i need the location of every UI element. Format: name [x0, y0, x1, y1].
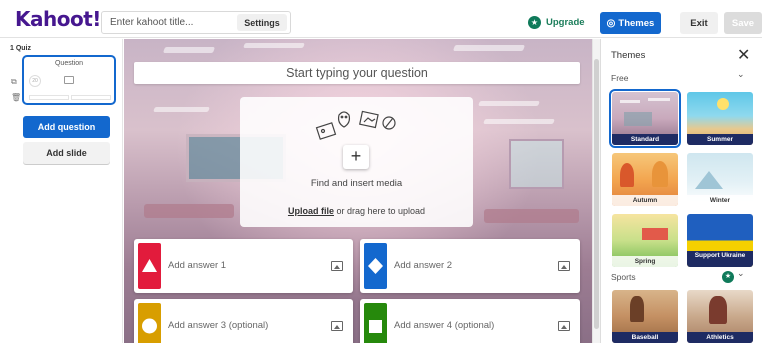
- top-bar: Kahoot! Settings ★ Upgrade ◎ Themes Exit…: [0, 0, 762, 38]
- insert-media-button[interactable]: +: [343, 145, 369, 169]
- settings-button[interactable]: Settings: [237, 14, 287, 31]
- background-desk: [144, 204, 234, 218]
- slide-number-label: 1 Quiz: [10, 45, 32, 52]
- background-decoration: [483, 119, 555, 124]
- question-input[interactable]: Start typing your question: [134, 62, 580, 84]
- canvas-scrollbar[interactable]: [592, 39, 600, 343]
- thumb-decoration: [695, 171, 723, 189]
- duplicate-icon[interactable]: ⧉: [11, 77, 17, 87]
- theme-label: Summer: [687, 134, 753, 145]
- background-decoration: [243, 43, 305, 48]
- upgrade-label: Upgrade: [546, 16, 585, 28]
- add-question-button[interactable]: Add question: [23, 116, 110, 138]
- answer-4-color: [364, 303, 387, 343]
- answer-1-input[interactable]: Add answer 1: [168, 239, 226, 293]
- free-section-label: Free: [611, 73, 629, 83]
- close-icon[interactable]: ✕: [737, 45, 750, 64]
- trash-icon[interactable]: 🗑: [11, 93, 21, 102]
- answer-2-color: [364, 243, 387, 289]
- slide-sidebar: 1 Quiz ⧉ 🗑 Question 20 Add question Add …: [0, 39, 123, 343]
- exit-button[interactable]: Exit: [680, 12, 718, 34]
- upload-file-link[interactable]: Upload file: [288, 206, 334, 216]
- answer-3-input[interactable]: Add answer 3 (optional): [168, 299, 268, 343]
- theme-label: Athletics: [687, 332, 753, 343]
- square-icon: [369, 320, 382, 333]
- slide-thumbnail[interactable]: Question 20: [22, 55, 116, 105]
- palette-icon: ◎: [606, 17, 616, 29]
- answer-2-input[interactable]: Add answer 2: [394, 239, 452, 293]
- thumb-decoration: [642, 228, 668, 240]
- media-icons-illustration: [315, 110, 396, 140]
- theme-label: Standard: [612, 134, 678, 145]
- title-field: Settings: [101, 11, 291, 34]
- answer-3[interactable]: Add answer 3 (optional): [134, 299, 353, 343]
- theme-label: Spring: [612, 256, 678, 267]
- upload-text: Upload file or drag here to upload: [240, 206, 473, 216]
- background-window: [509, 139, 564, 189]
- theme-baseball[interactable]: Baseball: [612, 290, 678, 343]
- star-icon: ★: [722, 271, 734, 283]
- save-button[interactable]: Save: [724, 12, 762, 34]
- themes-panel-title: Themes: [611, 50, 646, 61]
- thumb-decoration: [652, 161, 668, 187]
- thumb-question-label: Question: [54, 60, 84, 67]
- background-decoration: [452, 45, 526, 51]
- themes-button-label: Themes: [618, 17, 655, 29]
- thumb-decoration: [648, 98, 670, 101]
- thumb-decoration: [620, 100, 640, 103]
- theme-label: Winter: [687, 195, 753, 206]
- answer-4[interactable]: Add answer 4 (optional): [360, 299, 580, 343]
- scrollbar-thumb[interactable]: [594, 59, 599, 329]
- image-icon[interactable]: [558, 321, 570, 331]
- thumb-decoration: [620, 163, 634, 187]
- theme-athletics[interactable]: Athletics: [687, 290, 753, 343]
- background-decoration: [162, 47, 216, 53]
- find-media-label: Find and insert media: [310, 178, 403, 189]
- diamond-icon: [368, 258, 383, 274]
- theme-winter[interactable]: Winter: [687, 153, 753, 206]
- triangle-icon: [142, 259, 157, 272]
- circle-icon: [142, 318, 157, 334]
- answer-3-color: [138, 303, 161, 343]
- thumb-decoration: [630, 296, 644, 322]
- sports-section-label: Sports: [611, 272, 636, 282]
- theme-label: Baseball: [612, 332, 678, 343]
- chevron-down-icon[interactable]: ⌄: [737, 269, 745, 279]
- theme-summer[interactable]: Summer: [687, 92, 753, 145]
- media-dropzone[interactable]: + Find and insert media Upload file or d…: [240, 97, 473, 227]
- star-icon: ★: [528, 15, 541, 29]
- kahoot-title-input[interactable]: [110, 12, 228, 33]
- upload-hint: or drag here to upload: [333, 206, 426, 216]
- thumb-answer: [29, 95, 69, 100]
- themes-button[interactable]: ◎ Themes: [600, 12, 661, 34]
- background-decoration: [478, 101, 540, 106]
- answer-1-color: [138, 243, 161, 289]
- theme-label: Support Ukraine: [687, 251, 753, 267]
- kahoot-logo[interactable]: Kahoot!: [15, 9, 101, 29]
- theme-autumn[interactable]: Autumn: [612, 153, 678, 206]
- thumb-timer-icon: 20: [29, 75, 41, 87]
- question-canvas: Start typing your question + Find and in…: [124, 39, 592, 343]
- themes-panel: Themes ✕ Free ⌄ Standard Summer Autumn W…: [600, 39, 762, 343]
- theme-support-ukraine[interactable]: Support Ukraine: [687, 214, 753, 267]
- background-decoration: [153, 107, 210, 112]
- chevron-down-icon[interactable]: ⌄: [737, 70, 745, 80]
- answer-1[interactable]: Add answer 1: [134, 239, 353, 293]
- image-icon[interactable]: [331, 261, 343, 271]
- thumb-decoration: [624, 112, 652, 126]
- upgrade-link[interactable]: ★ Upgrade: [528, 14, 585, 30]
- image-icon[interactable]: [558, 261, 570, 271]
- theme-label: Autumn: [612, 195, 678, 206]
- background-desk: [484, 209, 579, 223]
- answer-2[interactable]: Add answer 2: [360, 239, 580, 293]
- thumb-image-icon: [64, 76, 74, 84]
- theme-standard[interactable]: Standard: [609, 89, 681, 148]
- answer-4-input[interactable]: Add answer 4 (optional): [394, 299, 494, 343]
- thumb-decoration: [709, 296, 727, 324]
- thumb-decoration: [717, 98, 729, 110]
- thumb-answer: [71, 95, 111, 100]
- theme-spring[interactable]: Spring: [612, 214, 678, 267]
- add-slide-button[interactable]: Add slide: [23, 142, 110, 164]
- image-icon[interactable]: [331, 321, 343, 331]
